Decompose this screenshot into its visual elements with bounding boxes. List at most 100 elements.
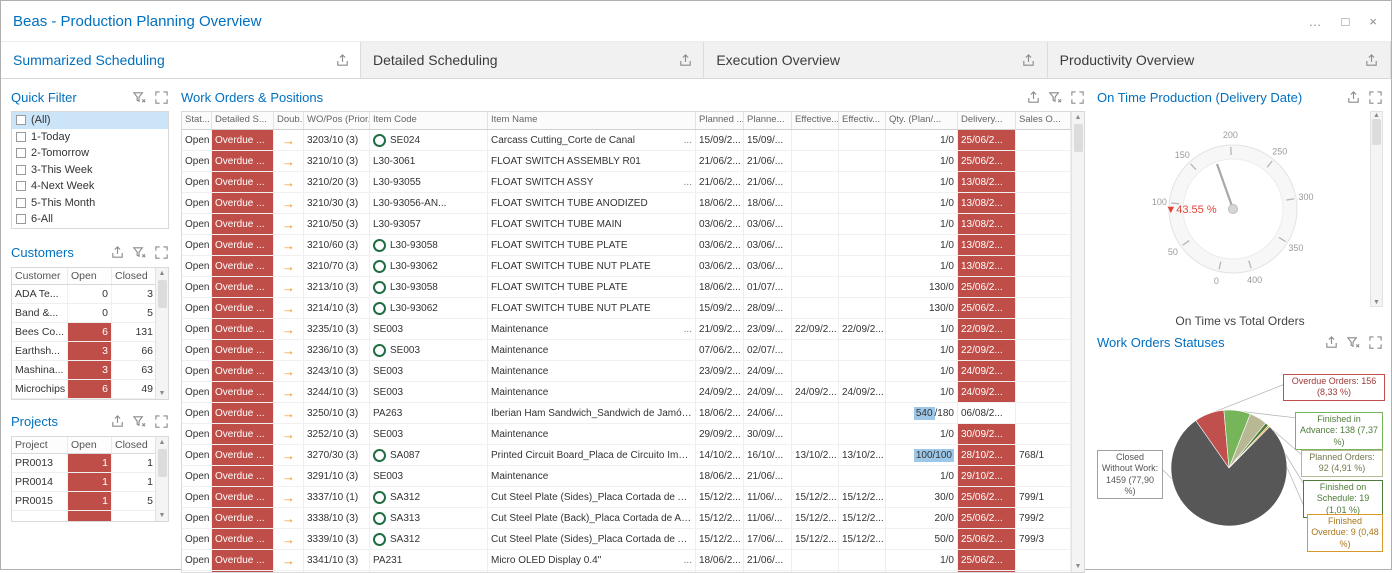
scroll-thumb[interactable]: [1372, 119, 1381, 145]
project-row[interactable]: [12, 511, 155, 522]
quick-filter-item[interactable]: 1-Today: [12, 129, 168, 146]
quick-filter-item[interactable]: 2-Tomorrow: [12, 145, 168, 162]
export-icon[interactable]: [109, 245, 125, 261]
customer-row[interactable]: Microchips 6 49: [12, 380, 155, 399]
export-icon[interactable]: [109, 414, 125, 430]
column-header[interactable]: Open: [68, 437, 112, 453]
scrollbar[interactable]: ▲ ▼: [155, 437, 168, 521]
work-order-row[interactable]: Open Overdue ... → 3337/10 (1) SA312 Cut…: [182, 487, 1071, 508]
customer-row[interactable]: Earthsh... 3 66: [12, 342, 155, 361]
tab[interactable]: Productivity Overview: [1048, 42, 1391, 78]
scroll-thumb[interactable]: [1074, 124, 1083, 152]
expand-icon[interactable]: [153, 414, 169, 430]
work-order-row[interactable]: Open Overdue ... → 3235/10 (3) SE003 Mai…: [182, 319, 1071, 340]
scroll-up-icon[interactable]: ▲: [1075, 112, 1082, 123]
export-icon[interactable]: [1345, 89, 1361, 105]
export-icon[interactable]: [1323, 334, 1339, 350]
checkbox[interactable]: [16, 115, 26, 125]
column-header[interactable]: Detailed S...: [212, 112, 274, 129]
quick-filter-item[interactable]: 4-Next Week: [12, 178, 168, 195]
column-header[interactable]: Stat...: [182, 112, 212, 129]
column-header[interactable]: Doub...: [274, 112, 304, 129]
checkbox[interactable]: [16, 198, 26, 208]
quick-filter-item[interactable]: (All): [12, 112, 168, 129]
work-order-row[interactable]: Open Overdue ... → 3210/70 (3) L30-93062…: [182, 256, 1071, 277]
scroll-up-icon[interactable]: ▲: [159, 268, 166, 279]
export-icon[interactable]: [1021, 52, 1037, 68]
work-order-row[interactable]: Open Overdue ... → 3214/10 (3) L30-93062…: [182, 298, 1071, 319]
checkbox[interactable]: [16, 148, 26, 158]
work-order-row[interactable]: Open Overdue ... → 3203/10 (3) SE024 Car…: [182, 130, 1071, 151]
column-header[interactable]: Effective...: [792, 112, 839, 129]
project-row[interactable]: PR0013 1 1: [12, 454, 155, 473]
customer-row[interactable]: ADA Te... 0 3: [12, 285, 155, 304]
scrollbar[interactable]: ▲ ▼: [1071, 112, 1084, 572]
window-close-icon[interactable]: ×: [1369, 14, 1377, 29]
work-order-row[interactable]: Open Overdue ... → 3210/50 (3) L30-93057…: [182, 214, 1071, 235]
work-order-row[interactable]: Open Overdue ... → 3244/10 (3) SE003 Mai…: [182, 382, 1071, 403]
filter-icon[interactable]: [1345, 334, 1361, 350]
quick-filter-item[interactable]: 5-This Month: [12, 195, 168, 212]
scroll-up-icon[interactable]: ▲: [1373, 112, 1380, 119]
column-header[interactable]: Sales O...: [1016, 112, 1071, 129]
column-header[interactable]: Delivery...: [958, 112, 1016, 129]
scroll-down-icon[interactable]: ▼: [1373, 299, 1380, 306]
scroll-down-icon[interactable]: ▼: [159, 388, 166, 399]
column-header[interactable]: Customer: [12, 268, 68, 284]
export-icon[interactable]: [1364, 52, 1380, 68]
quick-filter-item[interactable]: 6-All: [12, 211, 168, 228]
export-icon[interactable]: [677, 52, 693, 68]
window-more-icon[interactable]: …: [1309, 14, 1322, 29]
column-header[interactable]: Planned ...: [696, 112, 744, 129]
project-row[interactable]: PR0014 1 1: [12, 473, 155, 492]
expand-icon[interactable]: [1367, 89, 1383, 105]
work-order-row[interactable]: Open Overdue ... → 3270/30 (3) SA087 Pri…: [182, 445, 1071, 466]
column-header[interactable]: Closed: [112, 437, 157, 453]
expand-icon[interactable]: [1069, 89, 1085, 105]
column-header[interactable]: Item Code: [370, 112, 488, 129]
work-order-row[interactable]: Open Overdue ... → 3213/10 (3) L30-93058…: [182, 277, 1071, 298]
work-order-row[interactable]: Open Overdue ... → 3210/30 (3) L30-93056…: [182, 193, 1071, 214]
quick-filter-item[interactable]: 3-This Week: [12, 162, 168, 179]
work-order-row[interactable]: Open Overdue ... → 3252/10 (3) SE003 Mai…: [182, 424, 1071, 445]
filter-icon[interactable]: [131, 245, 147, 261]
column-header[interactable]: WO/Pos (Prior.): [304, 112, 370, 129]
work-order-row[interactable]: Open Overdue ... → 3210/10 (3) L30-3061 …: [182, 151, 1071, 172]
checkbox[interactable]: [16, 165, 26, 175]
column-header[interactable]: Effectiv...: [839, 112, 886, 129]
scroll-thumb[interactable]: [158, 449, 167, 477]
customer-row[interactable]: Bees Co... 6 131: [12, 323, 155, 342]
customer-row[interactable]: Band &... 0 5: [12, 304, 155, 323]
work-order-row[interactable]: Open Overdue ... → 3210/20 (3) L30-93055…: [182, 172, 1071, 193]
work-order-row[interactable]: Open Overdue ... → 3291/10 (3) SE003 Mai…: [182, 466, 1071, 487]
expand-icon[interactable]: [153, 245, 169, 261]
project-row[interactable]: PR0015 1 5: [12, 492, 155, 511]
work-order-row[interactable]: Open Overdue ... → 3250/10 (3) PA263 Ibe…: [182, 403, 1071, 424]
window-maximize-icon[interactable]: □: [1342, 14, 1350, 29]
export-icon[interactable]: [1025, 89, 1041, 105]
filter-icon[interactable]: [1047, 89, 1063, 105]
checkbox[interactable]: [16, 132, 26, 142]
expand-icon[interactable]: [153, 89, 169, 105]
column-header[interactable]: Open: [68, 268, 112, 284]
scrollbar[interactable]: ▲ ▼: [1370, 111, 1383, 307]
scroll-thumb[interactable]: [158, 280, 167, 308]
tab[interactable]: Summarized Scheduling: [1, 42, 361, 78]
work-order-row[interactable]: Open Overdue ... → 3243/10 (3) SE003 Mai…: [182, 361, 1071, 382]
filter-icon[interactable]: [131, 414, 147, 430]
checkbox[interactable]: [16, 181, 26, 191]
column-header[interactable]: Item Name: [488, 112, 696, 129]
column-header[interactable]: Qty. (Plan/...: [886, 112, 958, 129]
scroll-down-icon[interactable]: ▼: [1075, 561, 1082, 572]
work-order-row[interactable]: Open Overdue ... → 3236/10 (3) SE003 Mai…: [182, 340, 1071, 361]
filter-icon[interactable]: [131, 89, 147, 105]
tab[interactable]: Detailed Scheduling: [361, 42, 704, 78]
expand-icon[interactable]: [1367, 334, 1383, 350]
work-order-row[interactable]: Open Overdue ... → 3338/10 (3) SA313 Cut…: [182, 508, 1071, 529]
checkbox[interactable]: [16, 214, 26, 224]
work-order-row[interactable]: Open Overdue ... → 3341/10 (3) PA231 Mic…: [182, 550, 1071, 571]
scrollbar[interactable]: ▲ ▼: [155, 268, 168, 399]
scroll-up-icon[interactable]: ▲: [159, 437, 166, 448]
column-header[interactable]: Project: [12, 437, 68, 453]
column-header[interactable]: Planne...: [744, 112, 792, 129]
